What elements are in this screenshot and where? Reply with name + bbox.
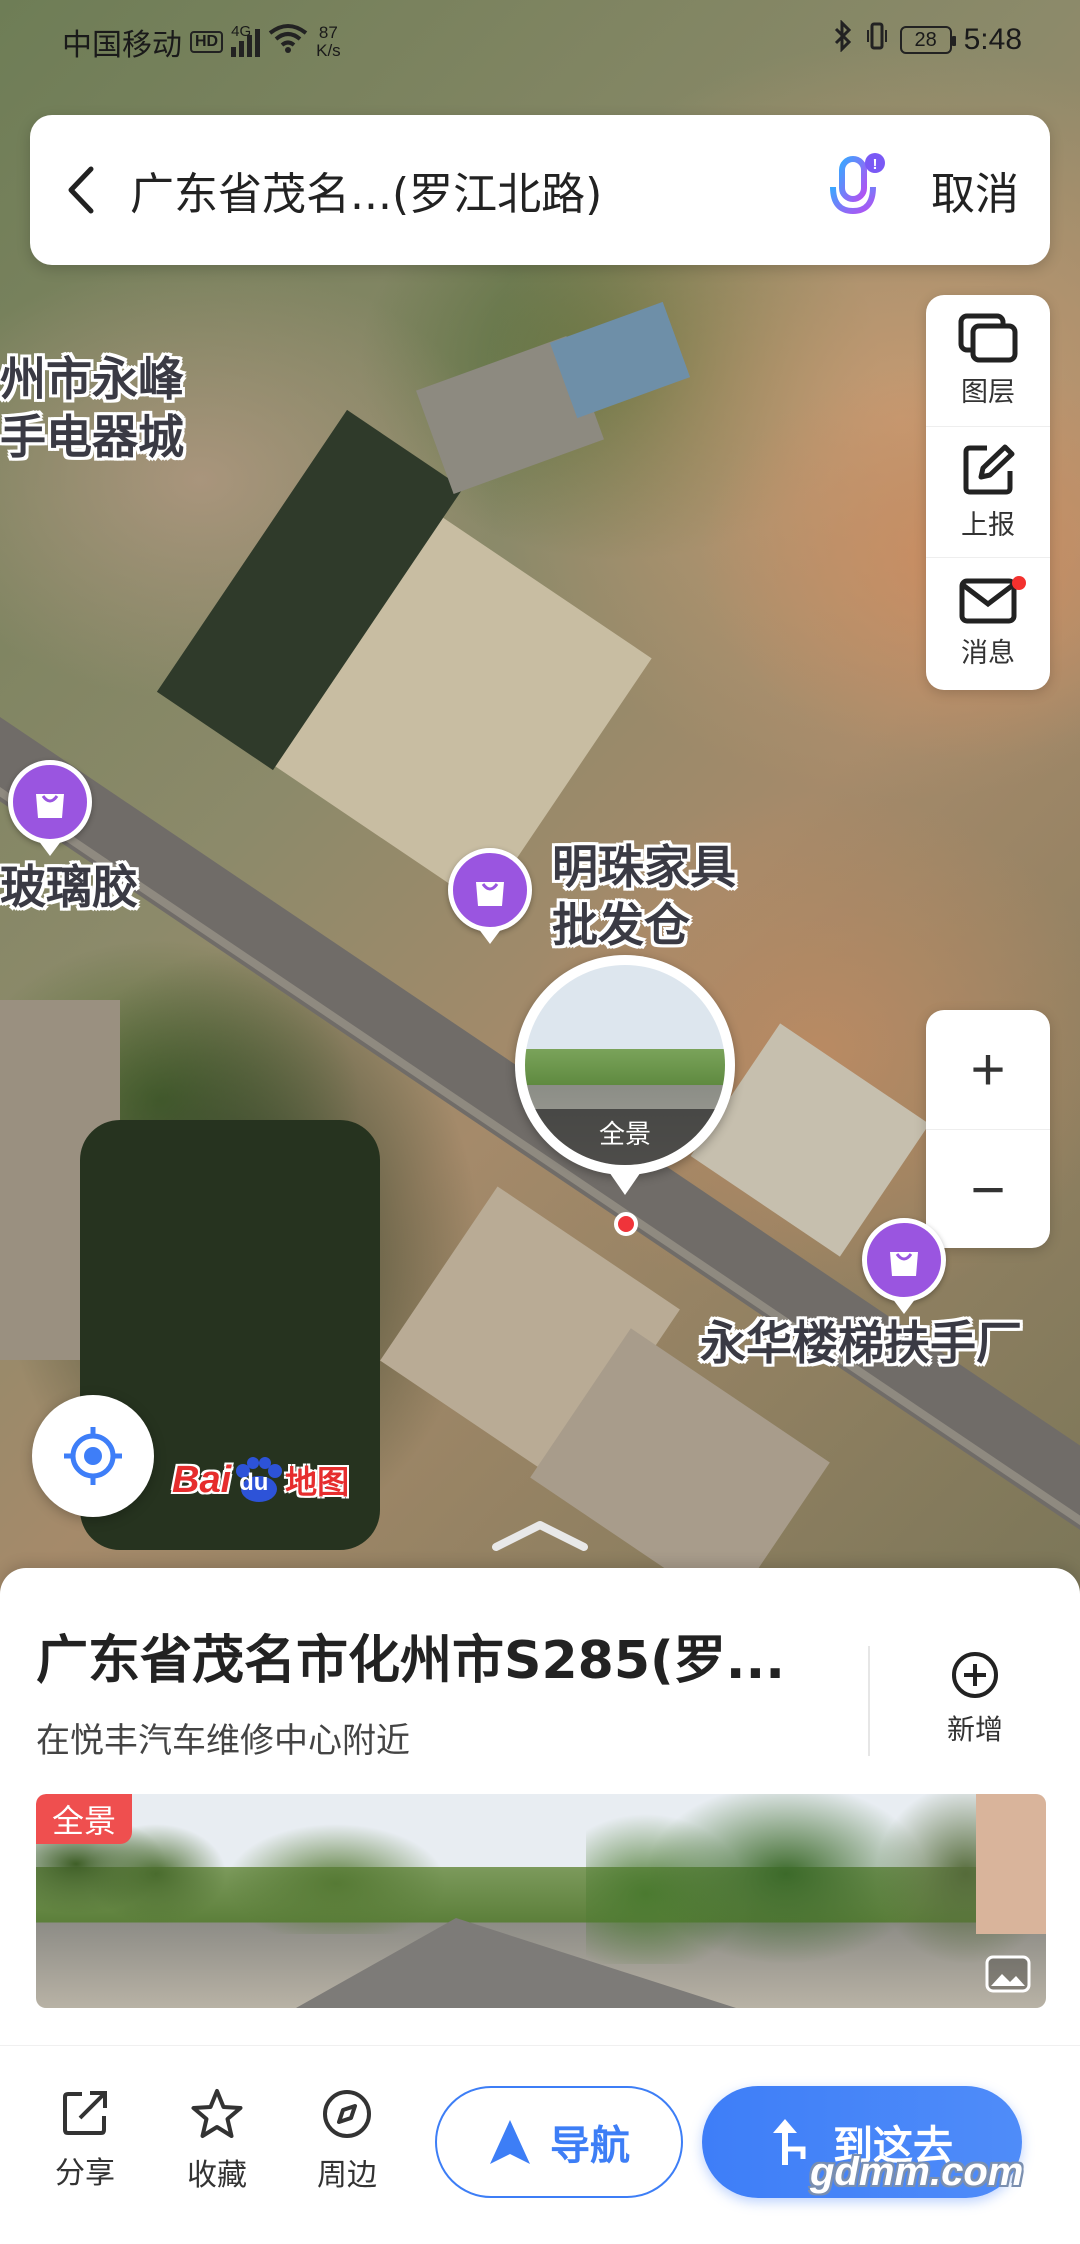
layers-icon: [958, 313, 1018, 363]
notification-dot: [1012, 576, 1026, 590]
star-icon: [191, 2089, 243, 2138]
crosshair-icon: [64, 1427, 122, 1485]
locate-me-button[interactable]: [32, 1395, 154, 1517]
paw-icon: du: [233, 1457, 283, 1503]
share-label: 分享: [55, 2156, 115, 2191]
hd-badge: HD: [190, 31, 224, 53]
wifi-icon: [268, 23, 308, 61]
edit-icon: [963, 444, 1015, 494]
layers-label: 图层: [961, 377, 1015, 408]
report-label: 上报: [961, 509, 1015, 541]
messages-button[interactable]: 消息: [926, 557, 1050, 688]
share-button[interactable]: 分享: [30, 2088, 140, 2192]
shopping-bag-icon: [36, 794, 64, 818]
map-label-stair-handrail[interactable]: 永华楼梯扶手厂: [700, 1314, 1022, 1372]
compass-icon: [323, 2090, 371, 2138]
divider: [868, 1646, 870, 1756]
panorama-pin[interactable]: 全景: [515, 955, 735, 1225]
map-building: [549, 301, 691, 419]
panorama-thumbnail: 全景: [525, 965, 725, 1165]
status-bar: 中国移动 HD 4G 87 K/s 28 5:48: [0, 0, 1080, 80]
back-button[interactable]: [30, 115, 130, 265]
navigate-label: 导航: [550, 2123, 630, 2169]
nearby-button[interactable]: 周边: [292, 2088, 402, 2194]
svg-text:!: !: [873, 156, 878, 173]
location-marker-dot: [614, 1212, 638, 1236]
search-bar[interactable]: 广东省茂名...(罗江北路) ! 取消: [30, 115, 1050, 265]
vibrate-icon: [866, 20, 888, 60]
poi-marker-stair-handrail[interactable]: [862, 1218, 946, 1318]
favorite-label: 收藏: [187, 2158, 247, 2193]
baidu-map-logo: Bai du 地图: [172, 1457, 350, 1503]
panorama-badge: 全景: [36, 1794, 133, 1844]
battery-indicator: 28: [899, 26, 956, 54]
sheet-handle-chevron-up-icon[interactable]: [490, 1515, 590, 1555]
route-arrow-icon: [773, 2119, 806, 2165]
favorite-button[interactable]: 收藏: [162, 2088, 272, 2194]
cancel-button[interactable]: 取消: [900, 158, 1050, 222]
panorama-tag: 全景: [525, 1109, 725, 1165]
messages-label: 消息: [961, 637, 1015, 669]
map-tools-panel: 图层 上报 消息: [926, 295, 1050, 690]
network-type: 4G: [231, 23, 252, 40]
zoom-in-button[interactable]: +: [926, 1010, 1050, 1129]
map-label-appliance-store[interactable]: 州市永峰 手电器城: [0, 350, 184, 466]
carrier-name: 中国移动: [62, 29, 182, 62]
panorama-preview[interactable]: 全景: [36, 1794, 1046, 2008]
voice-search-button[interactable]: !: [810, 115, 900, 265]
report-button[interactable]: 上报: [926, 426, 1050, 557]
microphone-icon: !: [830, 153, 885, 223]
mail-icon: [959, 578, 1017, 623]
layers-button[interactable]: 图层: [926, 295, 1050, 426]
gallery-icon[interactable]: [984, 1954, 1032, 1996]
bluetooth-icon: [832, 19, 854, 60]
action-bar: 分享 收藏 周边 导航 到这去: [0, 2045, 1080, 2244]
poi-marker-furniture-warehouse[interactable]: [448, 848, 532, 948]
clock: 5:48: [963, 23, 1022, 56]
chevron-left-icon: [68, 166, 94, 214]
add-label: 新增: [946, 1713, 1003, 1746]
pano-building: [976, 1794, 1046, 1934]
site-watermark: gdmm.com: [810, 2150, 1024, 2194]
navigate-button[interactable]: 导航: [435, 2086, 683, 2198]
network-speed: 87 K/s: [316, 23, 341, 60]
signal-icon: 4G: [231, 23, 261, 57]
pano-road: [296, 1918, 736, 2008]
search-query[interactable]: 广东省茂名...(罗江北路): [130, 158, 810, 222]
zoom-controls: + −: [926, 1010, 1050, 1248]
plus-circle-icon: [952, 1652, 998, 1698]
map-label-furniture-warehouse[interactable]: 明珠家具 批发仓: [552, 838, 736, 954]
share-icon: [63, 2091, 107, 2135]
place-title: 广东省茂名市化州市S285(罗...: [36, 1631, 786, 1691]
place-subtitle: 在悦丰汽车维修中心附近: [36, 1721, 410, 1761]
shopping-bag-icon: [890, 1252, 918, 1276]
poi-marker-glass-glue[interactable]: [8, 760, 92, 860]
map-label-glass-glue[interactable]: 玻璃胶: [0, 858, 138, 916]
add-place-button[interactable]: 新增: [920, 1650, 1030, 1748]
nearby-label: 周边: [317, 2158, 377, 2193]
shopping-bag-icon: [476, 882, 504, 906]
navigation-arrow-icon: [490, 2120, 530, 2164]
